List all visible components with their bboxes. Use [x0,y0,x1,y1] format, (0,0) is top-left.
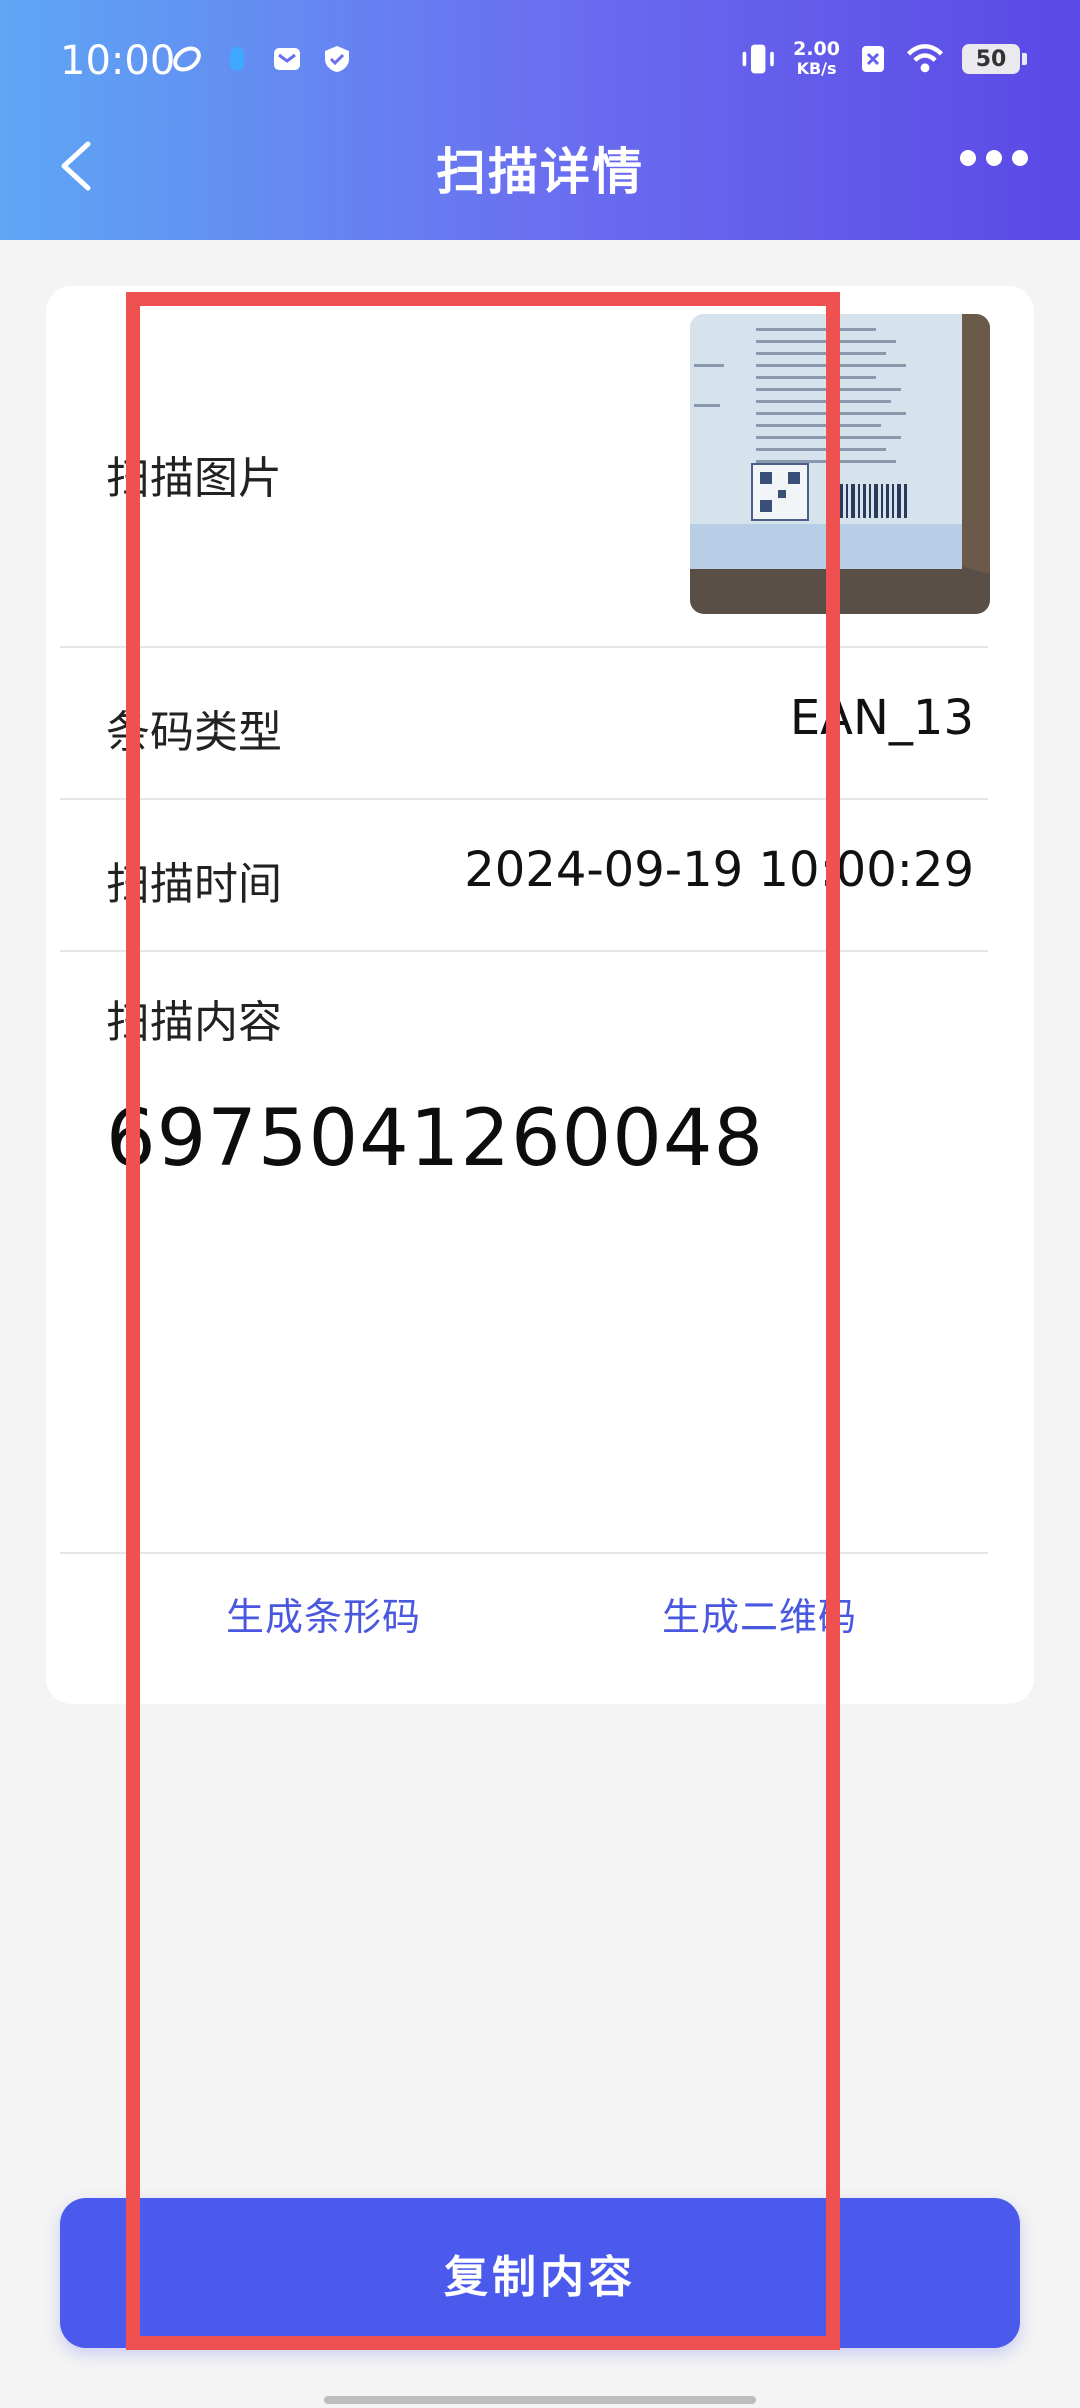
netspeed: 2.00 KB/s [793,38,840,79]
header: 10:00 2.00 KB/s 50 扫描详情 [0,0,1080,240]
status-bar: 10:00 2.00 KB/s 50 [0,0,1080,128]
more-dot [986,150,1002,166]
more-dot [1012,150,1028,166]
divider [60,646,988,648]
divider [60,798,988,800]
no-sim-icon [862,46,884,72]
vibrate-icon [742,44,774,74]
app-drop-icon [230,47,244,71]
shield-icon [325,46,349,72]
status-time: 10:00 [60,38,176,84]
barcode-type-value: EAN_13 [789,690,974,746]
system-icons: 2.00 KB/s 50 [739,38,1027,79]
wifi-icon [906,44,944,73]
scan-image-thumbnail[interactable] [690,314,990,614]
app-swirl-icon [173,46,201,72]
scan-content-label: 扫描内容 [106,997,282,1048]
divider [60,950,988,952]
netspeed-value: 2.00 [793,38,840,60]
barcode-type-label: 条码类型 [106,707,282,758]
more-options-icon[interactable] [960,150,1028,166]
scan-image-label: 扫描图片 [106,453,282,504]
copy-content-button[interactable]: 复制内容 [60,2198,1020,2348]
netspeed-unit: KB/s [796,59,837,78]
battery-indicator: 50 [962,44,1027,74]
scan-time-label: 扫描时间 [106,859,282,910]
scan-detail-card: 扫描图片 条码类型 EAN_13 扫描时间 2024-09-19 10:00:2… [46,286,1034,1704]
generate-barcode-link[interactable]: 生成条形码 [226,1586,421,1641]
scan-content-value[interactable]: 6975041260048 [106,1094,764,1184]
more-dot [960,150,976,166]
home-indicator[interactable] [324,2396,756,2404]
divider [60,1552,988,1554]
page-title: 扫描详情 [436,143,644,201]
scan-time-value: 2024-09-19 10:00:29 [464,842,974,898]
notification-icons [172,44,352,74]
package-photo [690,314,990,614]
mail-icon [274,48,300,70]
generate-qrcode-link[interactable]: 生成二维码 [662,1586,857,1641]
